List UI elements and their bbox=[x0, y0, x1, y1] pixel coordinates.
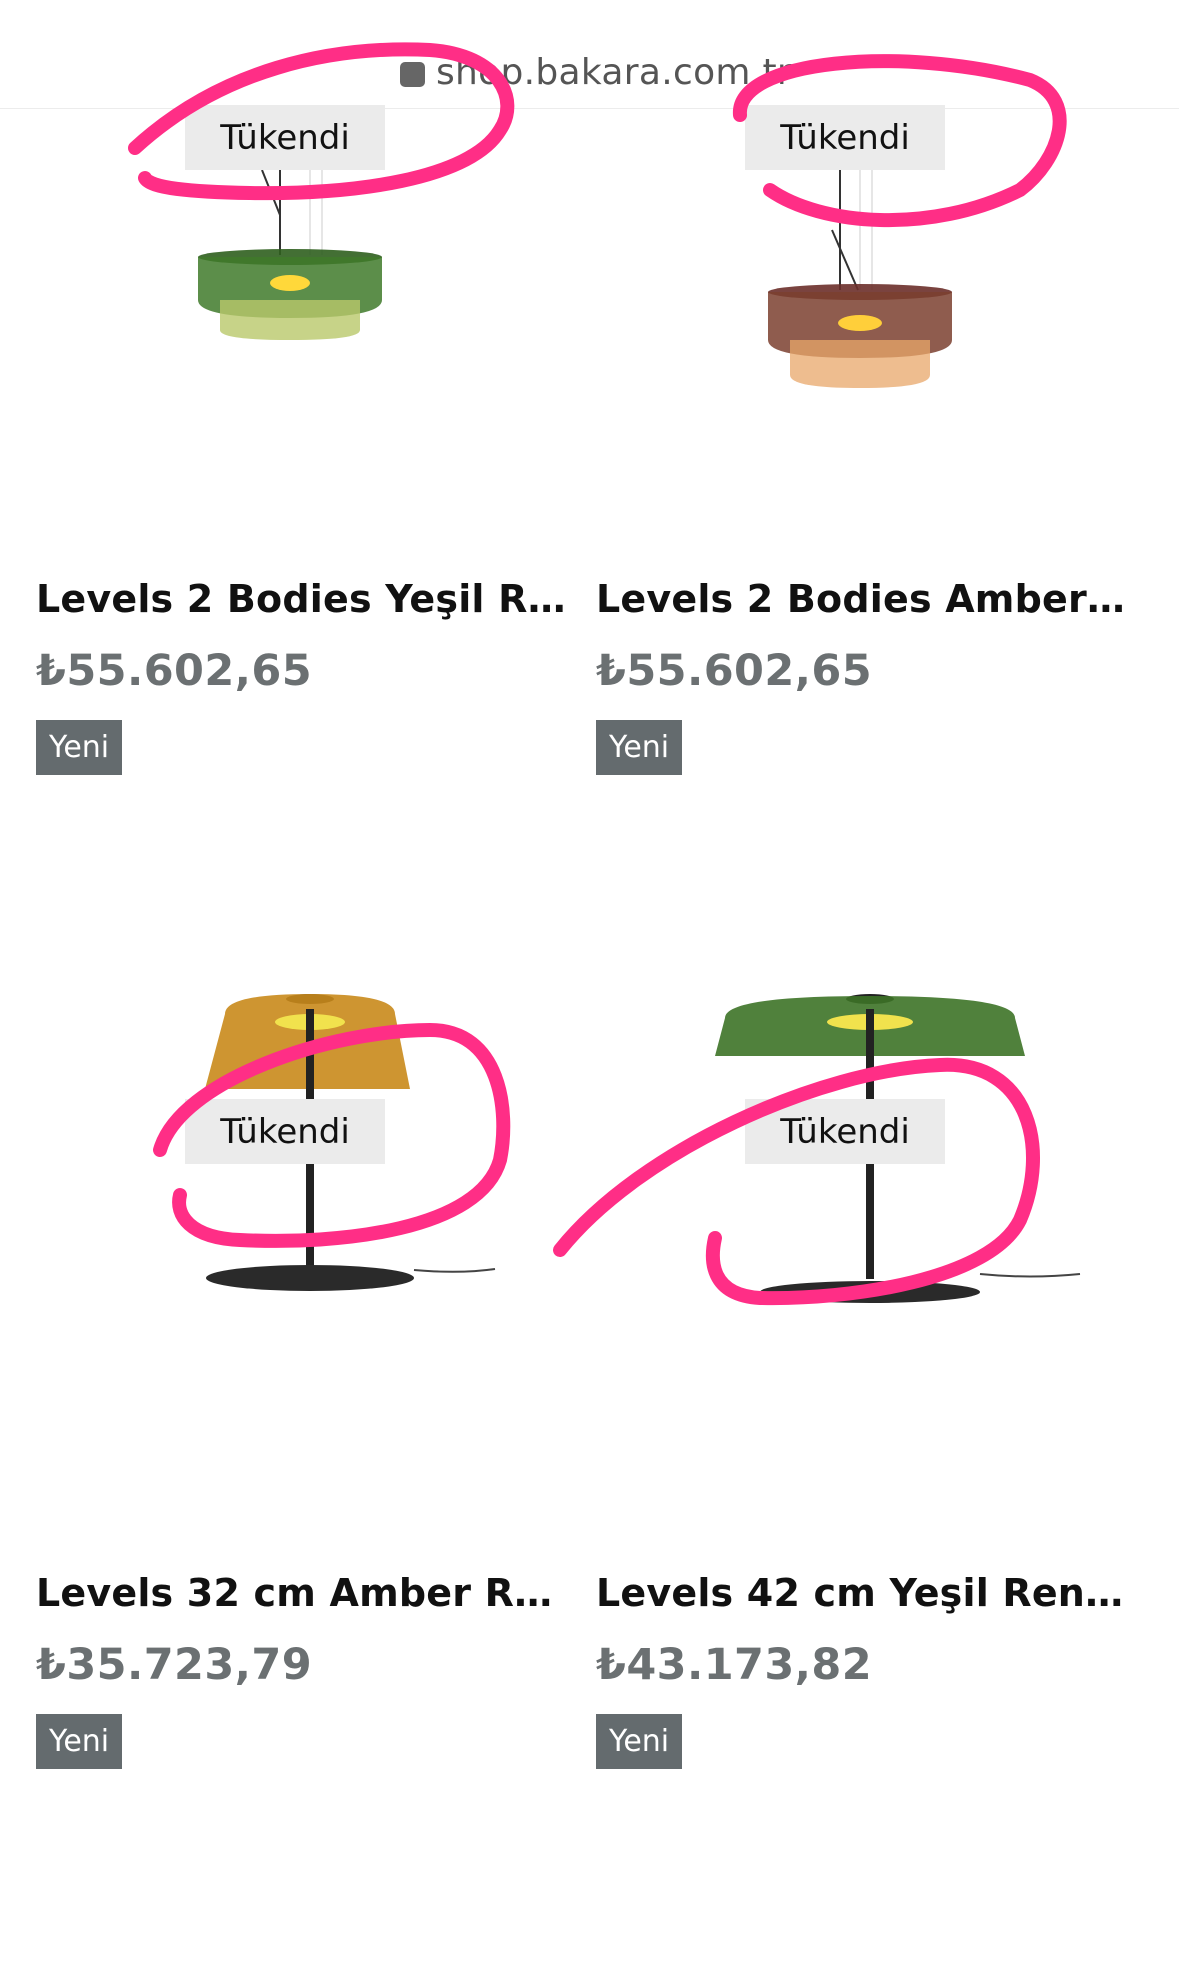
product-image[interactable]: Tükendi bbox=[570, 994, 1130, 1454]
product-price: ₺43.173,82 bbox=[596, 1640, 873, 1690]
lock-icon bbox=[400, 62, 425, 87]
product-title[interactable]: Levels 32 cm Amber Renk Masa Lambası bbox=[36, 1571, 576, 1615]
new-badge: Yeni bbox=[596, 1714, 683, 1769]
product-title[interactable]: Levels 2 Bodies Yeşil Renk Masa Lambası bbox=[36, 577, 576, 621]
product-card[interactable]: Tükendi Levels 32 cm Amber Renk Masa Lam… bbox=[10, 994, 576, 1984]
product-title[interactable]: Levels 2 Bodies Amber Renk Masa Lambası bbox=[596, 577, 1136, 621]
soldout-badge: Tükendi bbox=[185, 1099, 385, 1164]
product-price: ₺35.723,79 bbox=[36, 1640, 313, 1690]
product-title[interactable]: Levels 42 cm Yeşil Renk Masa Lambası bbox=[596, 1571, 1136, 1615]
soldout-badge: Tükendi bbox=[745, 1099, 945, 1164]
table-lamp-illustration bbox=[205, 994, 496, 1291]
product-card[interactable]: Tükendi Levels 2 Bodies Yeşil Renk Masa … bbox=[10, 0, 576, 990]
soldout-badge: Tükendi bbox=[745, 105, 945, 170]
product-image[interactable]: Tükendi bbox=[10, 994, 570, 1454]
product-card[interactable]: Tükendi Levels 2 Bodies Amber Renk Masa … bbox=[570, 0, 1136, 990]
new-badge: Yeni bbox=[36, 1714, 123, 1769]
browser-url-bar[interactable]: shop.bakara.com.tr bbox=[0, 0, 1179, 109]
url-text[interactable]: shop.bakara.com.tr bbox=[436, 52, 792, 93]
product-price: ₺55.602,65 bbox=[36, 646, 313, 696]
product-card[interactable]: Tükendi Levels 42 cm Yeşil Renk Masa Lam… bbox=[570, 994, 1136, 1984]
soldout-badge: Tükendi bbox=[185, 105, 385, 170]
new-badge: Yeni bbox=[596, 720, 683, 775]
product-price: ₺55.602,65 bbox=[596, 646, 873, 696]
new-badge: Yeni bbox=[36, 720, 123, 775]
table-lamp-illustration bbox=[715, 994, 1081, 1303]
